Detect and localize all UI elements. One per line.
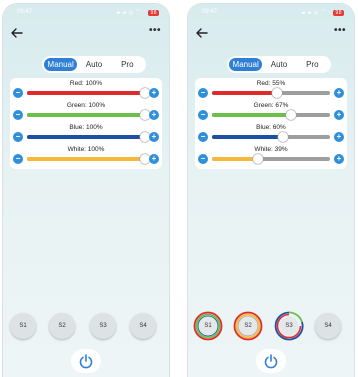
tab-pro[interactable]: Pro — [296, 58, 329, 71]
mode-tabs: Manual Auto Pro — [42, 56, 146, 73]
increase-blue-button[interactable]: + — [149, 132, 159, 142]
decrease-blue-button[interactable]: − — [13, 132, 23, 142]
slider-row-red: Red: 55% − + — [195, 79, 347, 101]
decrease-red-button[interactable]: − — [198, 88, 208, 98]
more-options-icon[interactable]: ••• — [334, 26, 346, 36]
status-icons: ▰ ▰ ◎ ⌒ ⁖ 98 — [116, 9, 159, 16]
scene-label-s1: S1 — [199, 317, 217, 335]
back-arrow-icon[interactable] — [195, 26, 209, 40]
slider-track-green[interactable] — [27, 110, 150, 120]
scene-button-s3[interactable]: S3 — [274, 311, 304, 341]
slider-fill-red — [27, 91, 145, 95]
scene-button-s2[interactable]: S2 — [233, 311, 263, 341]
slider-label-blue: Blue: 60% — [256, 124, 286, 131]
slider-fill-green — [27, 113, 145, 117]
decrease-white-button[interactable]: − — [13, 154, 23, 164]
scene-button-s3[interactable]: S3 — [90, 313, 116, 339]
back-arrow-icon[interactable] — [10, 26, 24, 40]
slider-fill-blue — [27, 135, 145, 139]
decrease-white-button[interactable]: − — [198, 154, 208, 164]
slider-row-green: Green: 67% − + — [195, 101, 347, 123]
tab-pro[interactable]: Pro — [111, 58, 144, 71]
slider-fill-red — [212, 91, 277, 95]
mode-tabs: Manual Auto Pro — [227, 56, 331, 73]
increase-blue-button[interactable]: + — [334, 132, 344, 142]
increase-white-button[interactable]: + — [334, 154, 344, 164]
slider-track-blue[interactable] — [27, 132, 150, 142]
increase-green-button[interactable]: + — [334, 110, 344, 120]
slider-label-red: Red: 55% — [256, 80, 286, 87]
increase-red-button[interactable]: + — [334, 88, 344, 98]
increase-red-button[interactable]: + — [149, 88, 159, 98]
slider-label-white: White: 100% — [67, 146, 105, 153]
scene-button-s1[interactable]: S1 — [10, 313, 36, 339]
slider-fill-white — [212, 157, 259, 161]
battery-icon: 98 — [148, 10, 159, 16]
tab-auto[interactable]: Auto — [77, 58, 110, 71]
slider-track-red[interactable] — [212, 88, 330, 98]
scene-button-s4[interactable]: S4 — [130, 313, 156, 339]
decrease-red-button[interactable]: − — [13, 88, 23, 98]
decrease-green-button[interactable]: − — [13, 110, 23, 120]
slider-label-blue: Blue: 100% — [69, 124, 103, 131]
decrease-green-button[interactable]: − — [198, 110, 208, 120]
scene-button-s1[interactable]: S1 — [193, 311, 223, 341]
decrease-blue-button[interactable]: − — [198, 132, 208, 142]
slider-row-blue: Blue: 100% − + — [10, 123, 162, 145]
power-icon — [79, 354, 93, 369]
phone-screen-right: 09:47 ▰ ▰ ◎ ⌒ ⁖ 98 ••• Manual Auto Pro Re… — [188, 4, 354, 377]
scene-buttons: S1 S2 S3 S4 — [3, 311, 169, 341]
slider-track-white[interactable] — [212, 154, 330, 164]
slider-label-red: Red: 100% — [69, 80, 103, 87]
tab-manual[interactable]: Manual — [44, 58, 78, 71]
status-time: 09:47 — [202, 9, 218, 15]
slider-row-blue: Blue: 60% − + — [195, 123, 347, 145]
tab-manual[interactable]: Manual — [229, 58, 263, 71]
slider-thumb-green[interactable] — [286, 110, 297, 120]
slider-label-green: Green: 67% — [253, 102, 289, 109]
increase-white-button[interactable]: + — [149, 154, 159, 164]
tab-auto[interactable]: Auto — [262, 58, 295, 71]
signal-icons: ▰ ▰ ◎ ⌒ ⁖ — [301, 10, 332, 16]
scene-button-s4[interactable]: S4 — [315, 313, 341, 339]
slider-thumb-blue[interactable] — [277, 132, 288, 142]
more-options-icon[interactable]: ••• — [149, 26, 161, 36]
slider-row-white: White: 39% − + — [195, 145, 347, 167]
battery-icon: 98 — [333, 10, 344, 16]
slider-thumb-red[interactable] — [271, 88, 282, 98]
power-button[interactable] — [256, 349, 286, 373]
slider-fill-blue — [212, 135, 283, 139]
scene-button-s2[interactable]: S2 — [49, 313, 75, 339]
status-time: 09:47 — [17, 9, 33, 15]
power-button[interactable] — [71, 349, 101, 373]
slider-track-red[interactable] — [27, 88, 150, 98]
signal-icons: ▰ ▰ ◎ ⌒ ⁖ — [116, 10, 147, 16]
slider-track-green[interactable] — [212, 110, 330, 120]
slider-row-white: White: 100% − + — [10, 145, 162, 167]
power-icon — [264, 354, 278, 369]
slider-label-green: Green: 100% — [66, 102, 106, 109]
slider-row-green: Green: 100% − + — [10, 101, 162, 123]
slider-track-blue[interactable] — [212, 132, 330, 142]
scene-buttons: S1 S2 S3 S4 — [188, 311, 354, 341]
slider-fill-green — [212, 113, 292, 117]
status-bar: 09:47 ▰ ▰ ◎ ⌒ ⁖ 98 — [188, 9, 354, 19]
status-bar: 09:47 ▰ ▰ ◎ ⌒ ⁖ 98 — [3, 9, 169, 19]
status-icons: ▰ ▰ ◎ ⌒ ⁖ 98 — [301, 9, 344, 16]
increase-green-button[interactable]: + — [149, 110, 159, 120]
slider-track-white[interactable] — [27, 154, 150, 164]
slider-card: Red: 55% − + Green: 67% − + Blue: 60% − — [195, 78, 347, 169]
scene-label-s2: S2 — [239, 317, 257, 335]
slider-label-white: White: 39% — [254, 146, 288, 153]
slider-row-red: Red: 100% − + — [10, 79, 162, 101]
phone-screen-left: 09:47 ▰ ▰ ◎ ⌒ ⁖ 98 ••• Manual Auto Pro Re… — [3, 4, 169, 377]
scene-label-s3: S3 — [280, 317, 298, 335]
slider-card: Red: 100% − + Green: 100% − + Blue: 100%… — [10, 78, 162, 169]
slider-thumb-white[interactable] — [253, 154, 264, 164]
slider-fill-white — [27, 157, 145, 161]
